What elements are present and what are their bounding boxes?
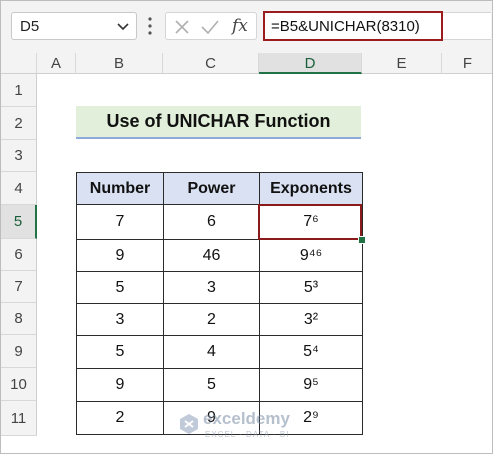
watermark-name: exceldemy [203, 409, 290, 428]
row-header-11[interactable]: 11 [1, 401, 37, 436]
row-header-8[interactable]: 8 [1, 303, 37, 335]
table-row: 5 4 5⁴ [76, 335, 363, 369]
column-header-e[interactable]: E [362, 53, 442, 74]
cell-exponent[interactable]: 3² [259, 303, 363, 336]
name-box-value: D5 [20, 18, 40, 35]
column-header-b[interactable]: B [76, 53, 163, 74]
insert-function-icon[interactable]: fx [232, 16, 248, 36]
cell-power[interactable]: 3 [163, 271, 260, 304]
cell-number[interactable]: 5 [76, 271, 164, 304]
cell-power[interactable]: 5 [163, 368, 260, 402]
name-box[interactable]: D5 [11, 12, 137, 40]
cell-number[interactable]: 3 [76, 303, 164, 336]
formula-bar: D5 fx =B5&UNICHAR(8310) [1, 1, 492, 53]
cell-exponent[interactable]: 5⁴ [259, 335, 363, 369]
cell-power[interactable]: 4 [163, 335, 260, 369]
cell-exponent[interactable]: 5³ [259, 271, 363, 304]
more-options-icon[interactable] [147, 15, 153, 37]
formula-controls: fx [165, 12, 257, 40]
cell-power[interactable]: 2 [163, 303, 260, 336]
sheet-title[interactable]: Use of UNICHAR Function [76, 106, 361, 139]
row-header-4[interactable]: 4 [1, 172, 37, 205]
cancel-icon[interactable] [173, 18, 191, 36]
table-row: 7 6 7⁶ [76, 204, 363, 240]
cell-power[interactable]: 6 [163, 204, 260, 240]
formula-input-extension[interactable] [443, 12, 491, 40]
column-headers: A B C D E F [1, 53, 492, 74]
exceldemy-logo-icon [180, 414, 198, 434]
row-header-2[interactable]: 2 [1, 107, 37, 140]
cell-exponent[interactable]: 7⁶ [259, 204, 363, 240]
fill-handle[interactable] [358, 236, 366, 244]
cell-number[interactable]: 2 [76, 401, 164, 435]
select-all-corner[interactable] [1, 53, 37, 74]
row-header-6[interactable]: 6 [1, 239, 37, 271]
formula-input[interactable]: =B5&UNICHAR(8310) [263, 11, 443, 41]
cell-number[interactable]: 7 [76, 204, 164, 240]
chevron-down-icon[interactable] [116, 19, 130, 33]
data-table: Number Power Exponents 7 6 7⁶ 9 46 9⁴⁶ 5… [76, 172, 363, 435]
cell-power[interactable]: 46 [163, 239, 260, 272]
table-header-row: Number Power Exponents [76, 172, 363, 205]
spreadsheet-window: D5 fx =B5&UNICHAR(8310) A B C D E F 1 2 … [0, 0, 493, 454]
column-header-a[interactable]: A [37, 53, 76, 74]
watermark: exceldemy EXCEL · DATA · BI [173, 406, 333, 446]
cell-number[interactable]: 5 [76, 335, 164, 369]
header-exponents[interactable]: Exponents [259, 172, 363, 205]
column-header-d[interactable]: D [259, 53, 362, 74]
header-number[interactable]: Number [76, 172, 164, 205]
header-power[interactable]: Power [163, 172, 260, 205]
formula-text: =B5&UNICHAR(8310) [271, 18, 420, 35]
table-row: 5 3 5³ [76, 271, 363, 304]
row-header-10[interactable]: 10 [1, 368, 37, 401]
column-header-f[interactable]: F [442, 53, 492, 74]
cell-number[interactable]: 9 [76, 239, 164, 272]
table-row: 3 2 3² [76, 303, 363, 336]
confirm-check-icon[interactable] [200, 18, 220, 36]
table-row: 9 46 9⁴⁶ [76, 239, 363, 272]
cell-exponent[interactable]: 9⁴⁶ [259, 239, 363, 272]
row-header-9[interactable]: 9 [1, 335, 37, 368]
watermark-tagline: EXCEL · DATA · BI [205, 430, 290, 439]
row-header-7[interactable]: 7 [1, 271, 37, 303]
column-header-c[interactable]: C [163, 53, 259, 74]
cell-exponent[interactable]: 9⁵ [259, 368, 363, 402]
table-row: 9 5 9⁵ [76, 368, 363, 402]
row-header-1[interactable]: 1 [1, 74, 37, 107]
row-header-3[interactable]: 3 [1, 140, 37, 172]
cell-number[interactable]: 9 [76, 368, 164, 402]
row-header-5[interactable]: 5 [1, 205, 37, 239]
